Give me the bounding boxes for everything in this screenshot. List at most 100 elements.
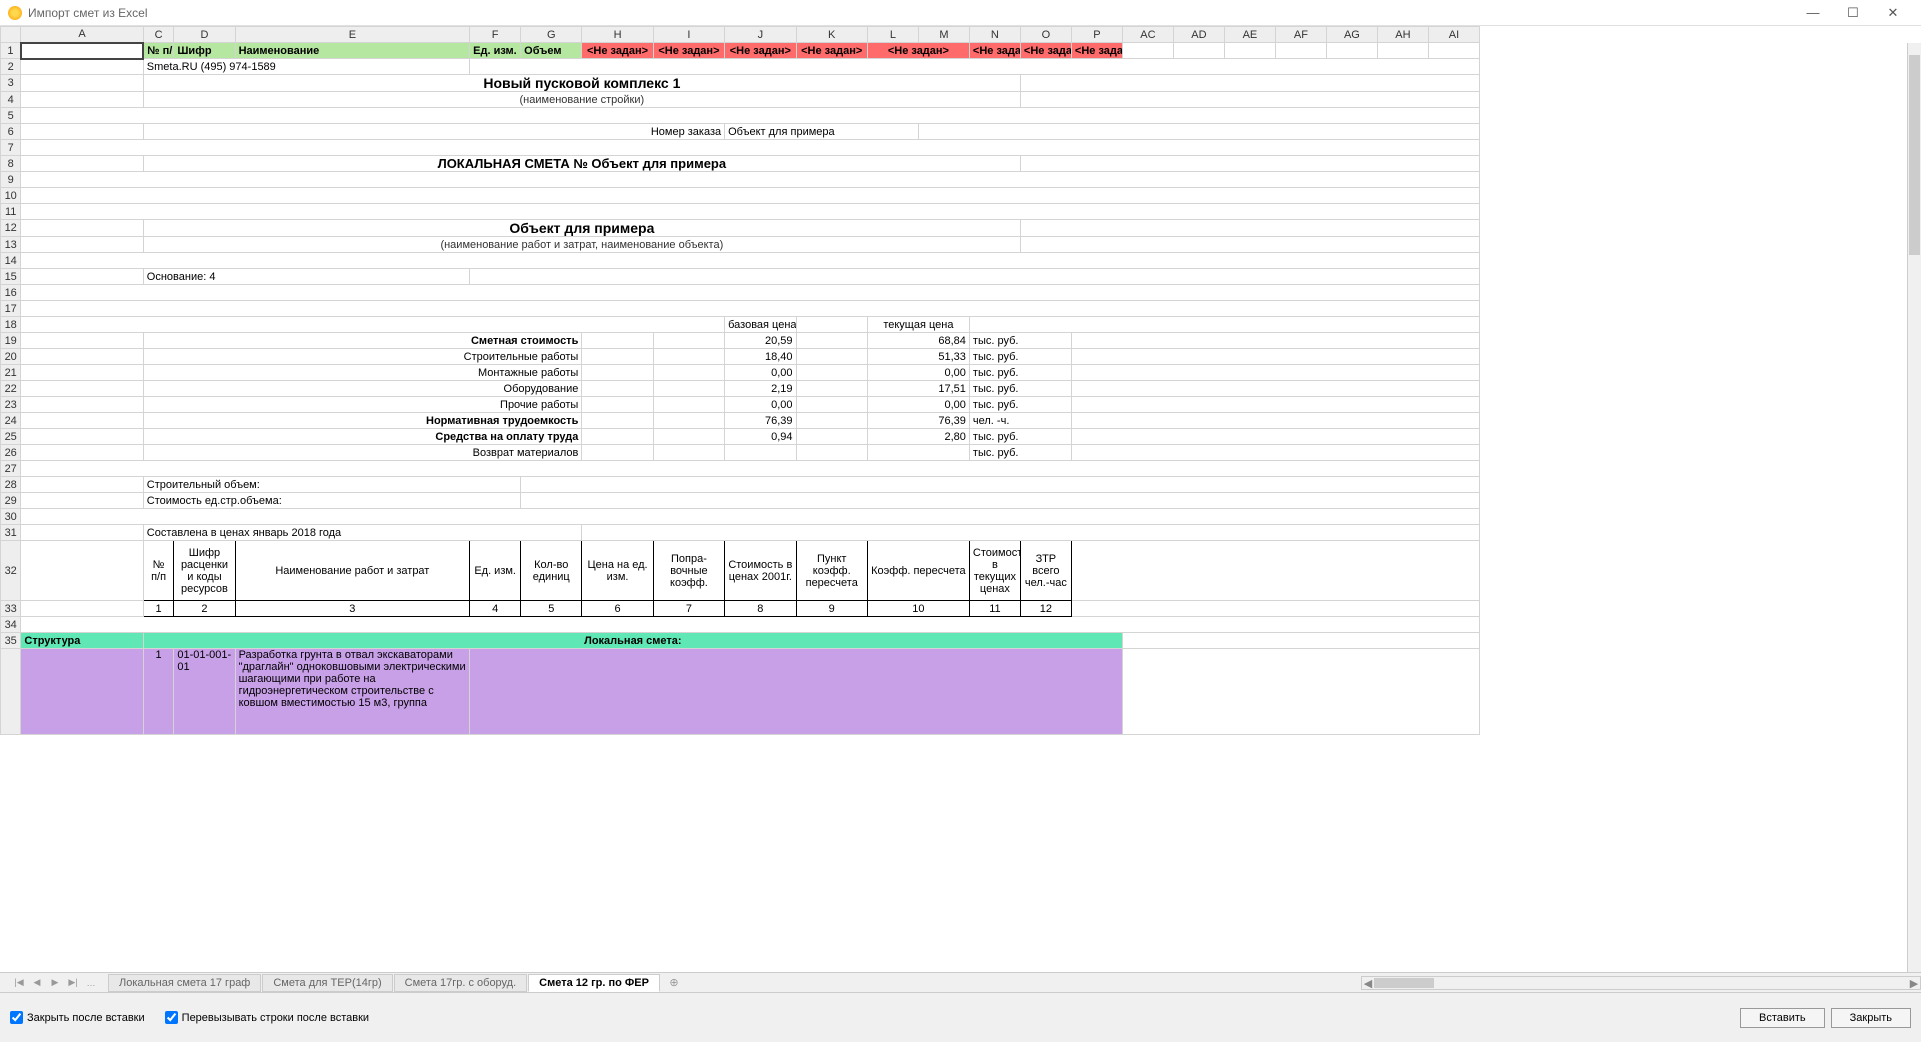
item-name: Разработка грунта в отвал экскаваторами … <box>235 649 470 735</box>
col-header-M[interactable]: M <box>918 27 969 43</box>
row-7[interactable]: 7 <box>1 140 1480 156</box>
hdr-notset: <Не задан> <box>582 43 653 59</box>
titlebar: Импорт смет из Excel — ☐ ✕ <box>0 0 1921 26</box>
title-complex: Новый пусковой комплекс 1 <box>143 75 1020 92</box>
row-27[interactable]: 27 <box>1 461 1480 477</box>
row-5[interactable]: 5 <box>1 108 1480 124</box>
item-num: 1 <box>143 649 174 735</box>
row-32[interactable]: 32 № п/п Шифр расценки и коды ресурсов Н… <box>1 541 1480 601</box>
col-header-A[interactable]: A <box>21 27 143 43</box>
hdr-unit: Ед. изм. <box>470 43 521 59</box>
row-12[interactable]: 12Объект для примера <box>1 220 1480 237</box>
row-17[interactable]: 17 <box>1 301 1480 317</box>
tab-nav-prev[interactable]: ◀ <box>28 975 46 991</box>
row-14[interactable]: 14 <box>1 253 1480 269</box>
col-header-AC[interactable]: AC <box>1122 27 1173 43</box>
col-header-G[interactable]: G <box>521 27 582 43</box>
sheet-tab-1[interactable]: Локальная смета 17 граф <box>108 974 261 992</box>
local-smeta-title: ЛОКАЛЬНАЯ СМЕТА № Объект для примера <box>143 156 1020 172</box>
col-header-P[interactable]: P <box>1071 27 1122 43</box>
col-header-F[interactable]: F <box>470 27 521 43</box>
minimize-button[interactable]: — <box>1793 2 1833 24</box>
row-26[interactable]: 26Возврат материаловтыс. руб. <box>1 445 1480 461</box>
hdr-vol: Объем <box>521 43 582 59</box>
close-button[interactable]: ✕ <box>1873 2 1913 24</box>
row-33[interactable]: 33 123456789101112 <box>1 601 1480 617</box>
spreadsheet-grid[interactable]: A C D E F G H I J K L M N O P AC AD AE A… <box>0 26 1921 972</box>
hdr-notset: <Не задан> <box>725 43 796 59</box>
checkbox-close-after-insert[interactable]: Закрыть после вставки <box>10 1011 145 1024</box>
col-header-AF[interactable]: AF <box>1275 27 1326 43</box>
checkbox-recall-rows[interactable]: Перевызывать строки после вставки <box>165 1011 369 1024</box>
row-31[interactable]: 31Составлена в ценах январь 2018 года <box>1 525 1480 541</box>
section-local-smeta: Локальная смета: <box>143 633 1122 649</box>
row-24[interactable]: 24Нормативная трудоемкость76,3976,39чел.… <box>1 413 1480 429</box>
row-18[interactable]: 18базовая ценатекущая цена <box>1 317 1480 333</box>
horizontal-scrollbar[interactable]: ◀ ▶ <box>1361 976 1921 990</box>
col-header-AE[interactable]: AE <box>1224 27 1275 43</box>
row-25[interactable]: 25Средства на оплату труда0,942,80тыс. р… <box>1 429 1480 445</box>
tab-nav-more[interactable]: … <box>82 975 100 991</box>
tab-nav-first[interactable]: |◀ <box>10 975 28 991</box>
col-header-AH[interactable]: AH <box>1377 27 1428 43</box>
current-price-hdr: текущая цена <box>867 317 969 333</box>
col-header-K[interactable]: K <box>796 27 867 43</box>
col-header-I[interactable]: I <box>653 27 724 43</box>
row-20[interactable]: 20Строительные работы18,4051,33тыс. руб. <box>1 349 1480 365</box>
row-30[interactable]: 30 <box>1 509 1480 525</box>
order-label: Номер заказа <box>143 124 724 140</box>
footer-bar: Закрыть после вставки Перевызывать строк… <box>0 992 1921 1042</box>
app-icon <box>8 6 22 20</box>
tab-nav-last[interactable]: ▶| <box>64 975 82 991</box>
row-16[interactable]: 16 <box>1 285 1480 301</box>
sheet-tab-2[interactable]: Смета для ТЕР(14гр) <box>262 974 392 992</box>
col-header-AD[interactable]: AD <box>1173 27 1224 43</box>
col-header-AI[interactable]: AI <box>1428 27 1479 43</box>
row-8[interactable]: 8ЛОКАЛЬНАЯ СМЕТА № Объект для примера <box>1 156 1480 172</box>
hdr-notset: <Не задан> <box>969 43 1020 59</box>
col-header-C[interactable]: C <box>143 27 174 43</box>
col-header-L[interactable]: L <box>867 27 918 43</box>
col-header-D[interactable]: D <box>174 27 235 43</box>
row-19[interactable]: 19Сметная стоимость20,5968,84тыс. руб. <box>1 333 1480 349</box>
row-21[interactable]: 21Монтажные работы0,000,00тыс. руб. <box>1 365 1480 381</box>
row-22[interactable]: 22Оборудование2,1917,51тыс. руб. <box>1 381 1480 397</box>
col-header-O[interactable]: O <box>1020 27 1071 43</box>
window-title: Импорт смет из Excel <box>28 6 148 20</box>
row-15[interactable]: 15Основание: 4 <box>1 269 1480 285</box>
row-35[interactable]: 35 Структура Локальная смета: <box>1 633 1480 649</box>
object-title: Объект для примера <box>143 220 1020 237</box>
subtitle-works: (наименование работ и затрат, наименован… <box>143 237 1020 253</box>
col-header-J[interactable]: J <box>725 27 796 43</box>
row-13[interactable]: 13(наименование работ и затрат, наименов… <box>1 237 1480 253</box>
col-header-N[interactable]: N <box>969 27 1020 43</box>
row-2[interactable]: 2Smeta.RU (495) 974-1589 <box>1 59 1480 75</box>
row-11[interactable]: 11 <box>1 204 1480 220</box>
tab-nav-next[interactable]: ▶ <box>46 975 64 991</box>
col-header-E[interactable]: E <box>235 27 470 43</box>
maximize-button[interactable]: ☐ <box>1833 2 1873 24</box>
row-34[interactable]: 34 <box>1 617 1480 633</box>
col-header-AG[interactable]: AG <box>1326 27 1377 43</box>
row-36[interactable]: 1 01-01-001-01 Разработка грунта в отвал… <box>1 649 1480 735</box>
col-header-H[interactable]: H <box>582 27 653 43</box>
hdr-notset: <Не задан> <box>867 43 969 59</box>
sheet-tab-3[interactable]: Смета 17гр. с оборуд. <box>394 974 528 992</box>
close-dialog-button[interactable]: Закрыть <box>1831 1008 1911 1028</box>
row-28[interactable]: 28Строительный объем: <box>1 477 1480 493</box>
subtitle-stroika: (наименование стройки) <box>143 92 1020 108</box>
row-29[interactable]: 29Стоимость ед.стр.объема: <box>1 493 1480 509</box>
row-6[interactable]: 6Номер заказаОбъект для примера <box>1 124 1480 140</box>
row-1[interactable]: 1 № п/п Шифр Наименование Ед. изм. Объем… <box>1 43 1480 59</box>
corner-cell[interactable] <box>1 27 21 43</box>
insert-button[interactable]: Вставить <box>1740 1008 1825 1028</box>
row-23[interactable]: 23Прочие работы0,000,00тыс. руб. <box>1 397 1480 413</box>
vertical-scrollbar[interactable] <box>1907 43 1921 972</box>
row-9[interactable]: 9 <box>1 172 1480 188</box>
hdr-num: № п/п <box>143 43 174 59</box>
row-3[interactable]: 3Новый пусковой комплекс 1 <box>1 75 1480 92</box>
row-10[interactable]: 10 <box>1 188 1480 204</box>
row-4[interactable]: 4(наименование стройки) <box>1 92 1480 108</box>
sheet-tab-4[interactable]: Смета 12 гр. по ФЕР <box>528 974 660 992</box>
add-sheet-button[interactable]: ⊕ <box>665 975 683 991</box>
